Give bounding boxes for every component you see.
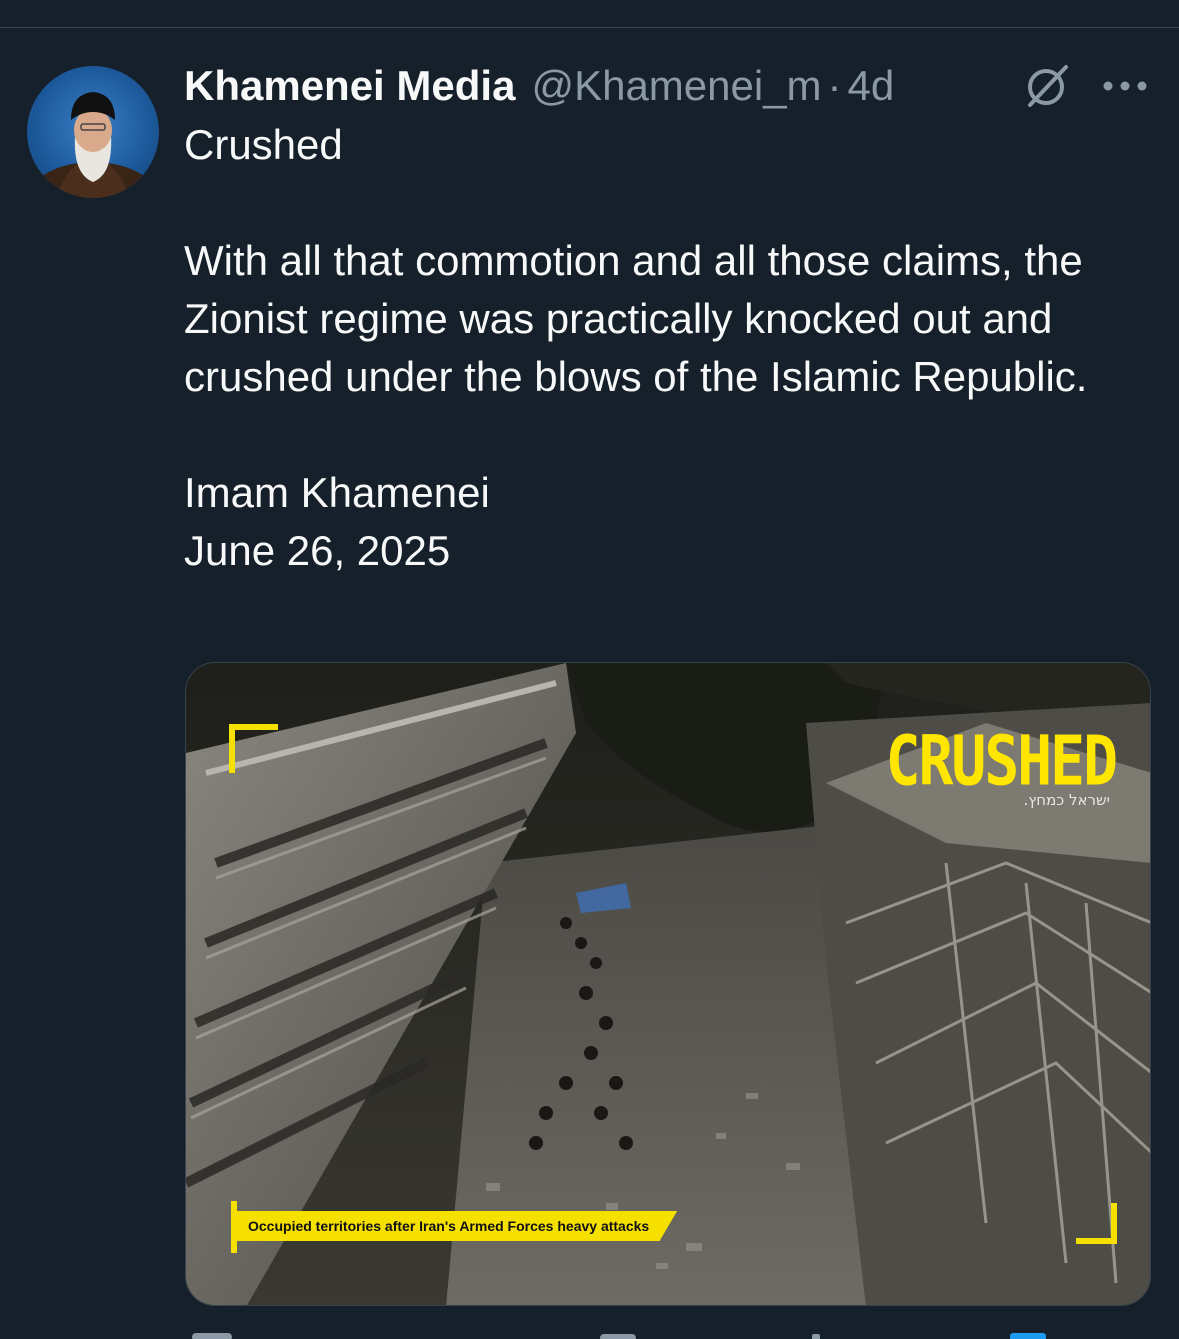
avatar[interactable] [27,66,159,198]
separator-dot: · [827,62,842,109]
grok-icon[interactable] [1022,63,1072,109]
like-icon [812,1334,820,1339]
tweet-header: Khamenei Media @Khamenei_m · 4d [184,60,894,112]
tweet-paragraph: With all that commotion and all those cl… [184,237,1095,400]
media-subtitle: ישראל כמחץ. [1023,791,1110,809]
tweet-text: Crushed With all that commotion and all … [184,116,1144,580]
tweet-media-image[interactable]: CRUSHED ישראל כמחץ. Occupied territories… [185,662,1151,1306]
user-handle[interactable]: @Khamenei_m [531,62,821,110]
bookmark-icon [1010,1333,1046,1339]
avatar-portrait-icon [29,92,157,198]
action-bar-partial [192,1333,1046,1339]
retweet-icon [600,1334,636,1339]
tweet-paragraph: Crushed [184,121,343,168]
tweet-paragraph: Imam Khamenei June 26, 2025 [184,469,490,574]
timestamp[interactable]: 4d [848,62,895,110]
display-name[interactable]: Khamenei Media [184,62,515,110]
top-divider [0,27,1179,28]
more-options-icon[interactable] [1102,76,1148,96]
reply-icon [192,1333,232,1339]
media-title: CRUSHED [885,721,1118,802]
media-caption: Occupied territories after Iran's Armed … [236,1211,678,1241]
